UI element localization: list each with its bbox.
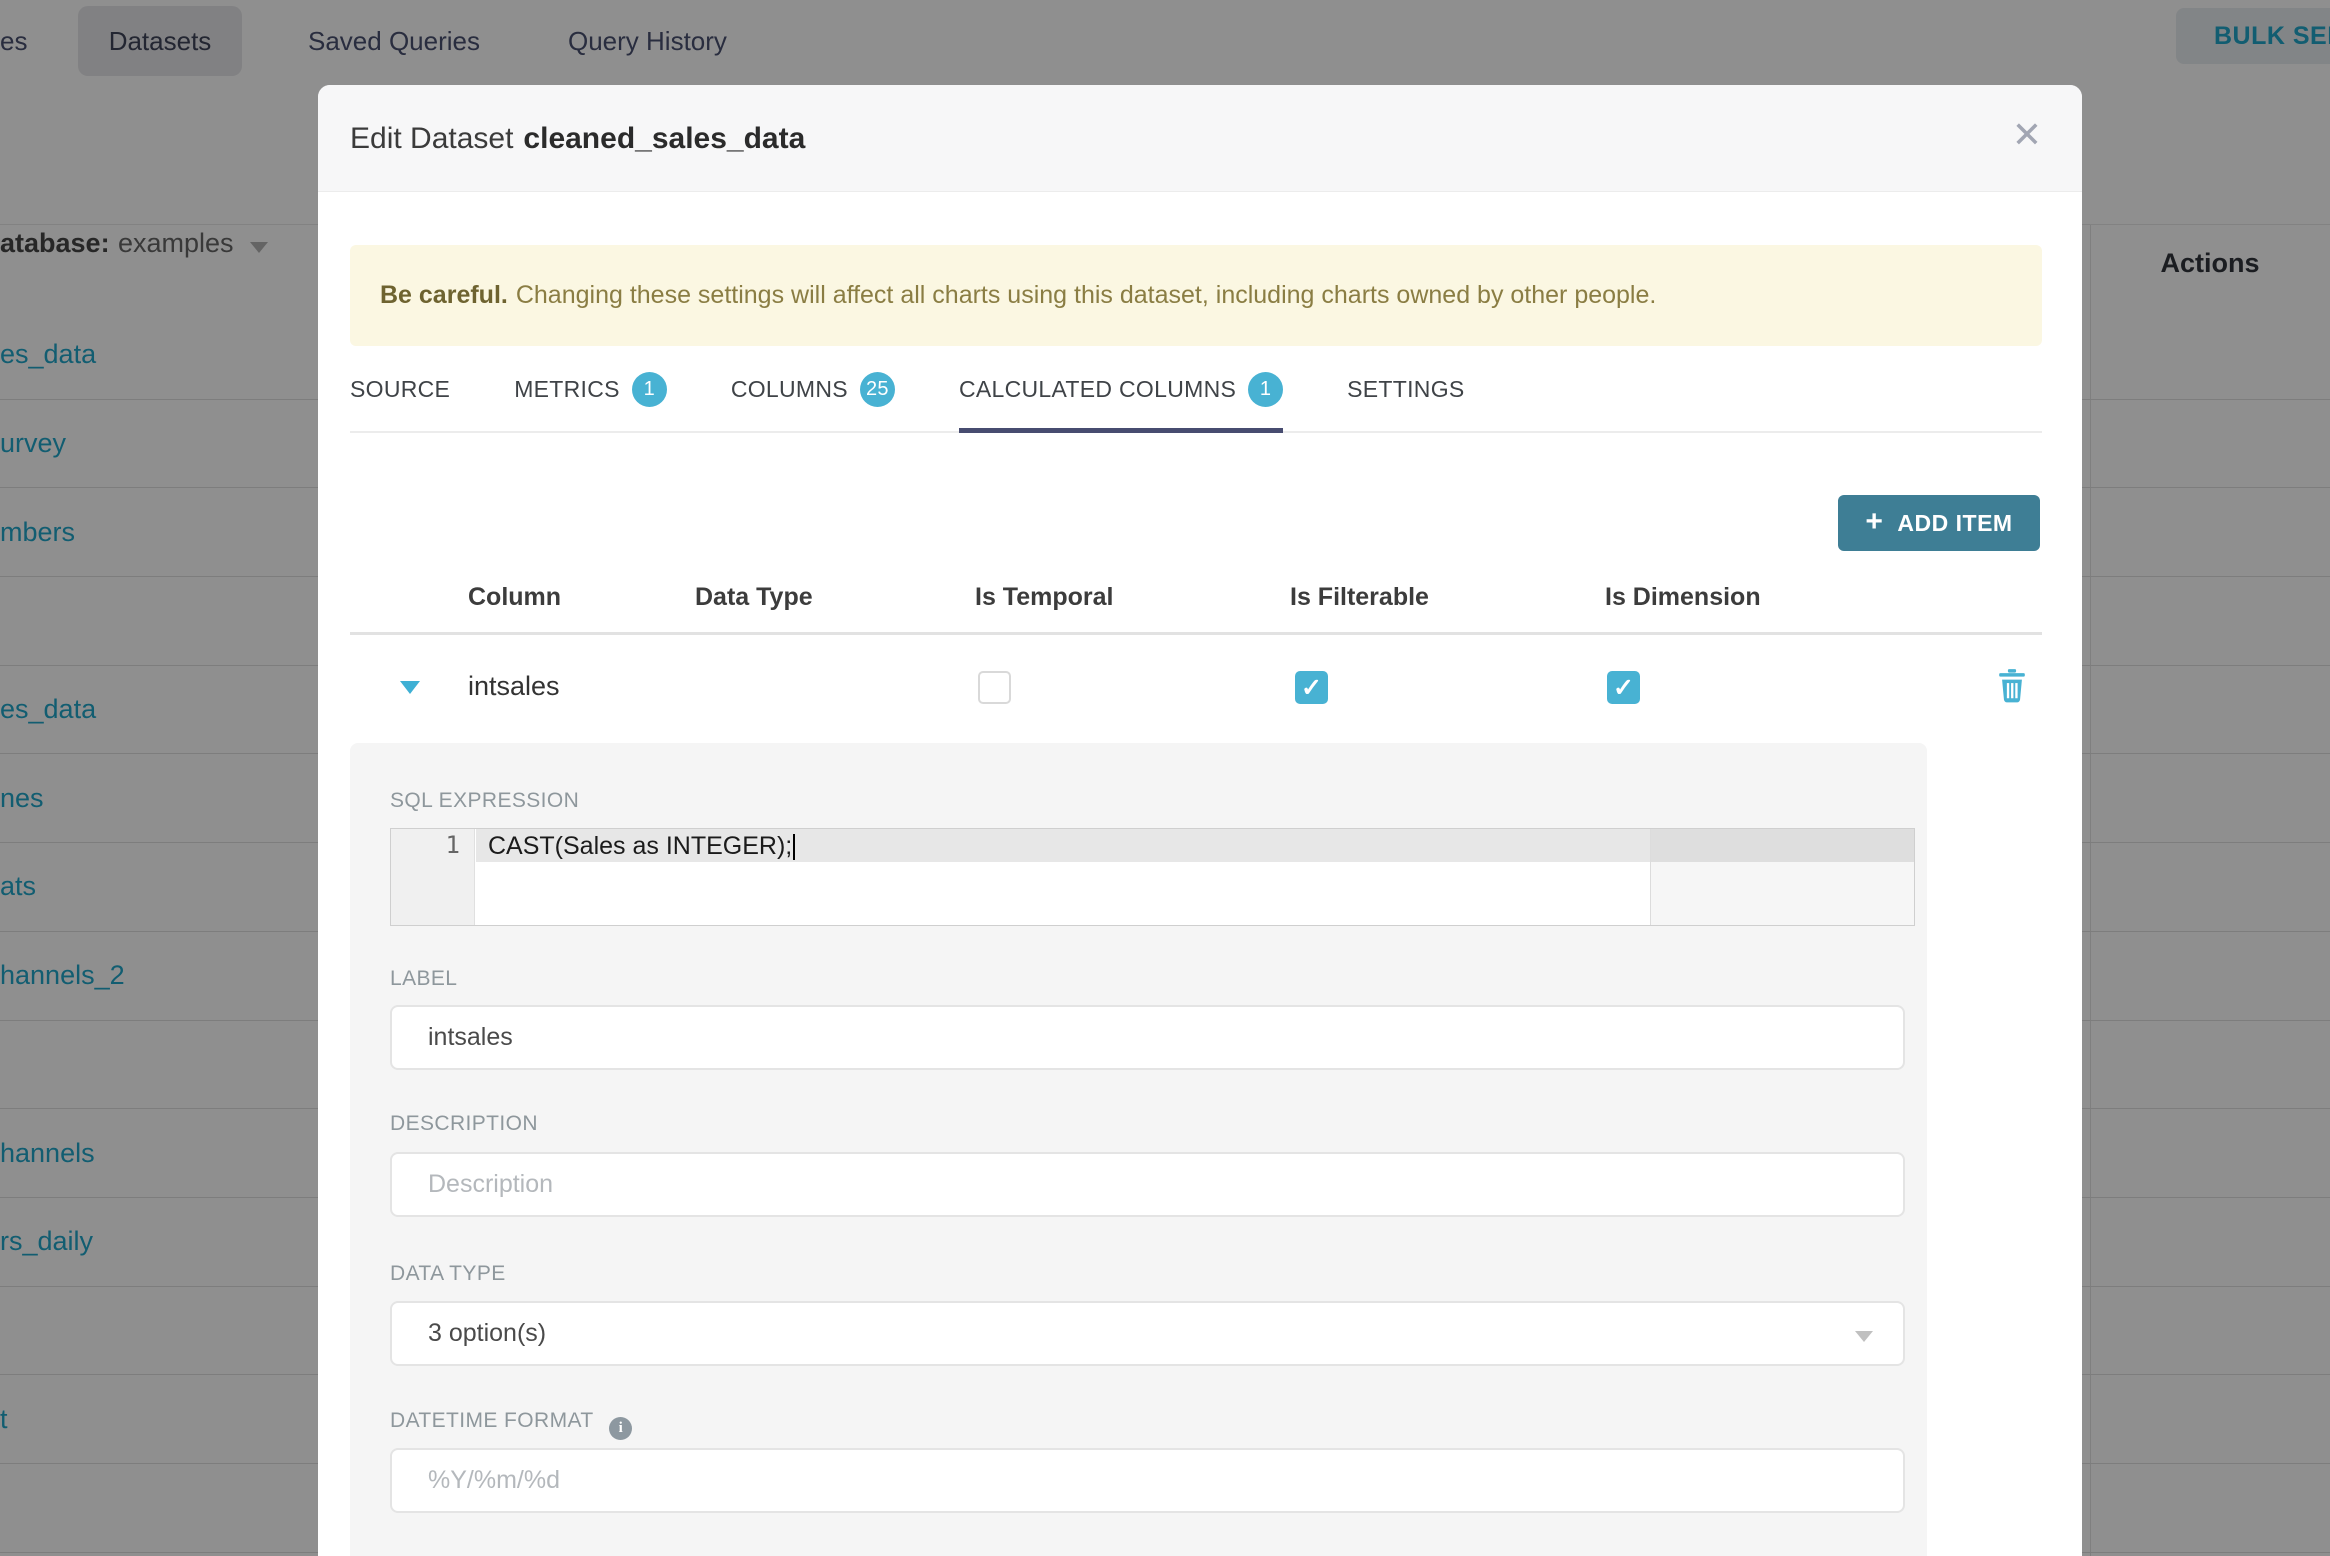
data-type-select[interactable]: 3 option(s) xyxy=(390,1301,1905,1366)
tab-columns-label: COLUMNS xyxy=(730,375,848,402)
edit-dataset-modal: Edit Dataset cleaned_sales_data ✕ Be car… xyxy=(318,85,2082,1556)
data-type-field-label: DATA TYPE xyxy=(390,1262,506,1285)
is-filterable-checkbox[interactable]: ✓ xyxy=(1295,671,1328,704)
sql-code-line: CAST(Sales as INTEGER); xyxy=(488,829,796,862)
calculated-columns-count-badge: 1 xyxy=(1248,371,1284,407)
calculated-column-row: intsales ✓ ✓ xyxy=(318,635,2082,740)
description-field-label: DESCRIPTION xyxy=(390,1112,538,1135)
description-input[interactable] xyxy=(390,1152,1905,1217)
datetime-format-input[interactable] xyxy=(390,1448,1905,1513)
info-icon[interactable]: i xyxy=(609,1417,633,1440)
header-data-type: Data Type xyxy=(695,583,813,611)
tab-metrics-label: METRICS xyxy=(514,375,620,402)
tab-source[interactable]: SOURCE xyxy=(350,347,450,431)
tab-source-label: SOURCE xyxy=(350,375,451,402)
page-root: es Datasets Saved Queries Query History … xyxy=(0,0,2330,1556)
sql-editor[interactable]: 1 CAST(Sales as INTEGER); xyxy=(390,828,1915,926)
is-temporal-checkbox[interactable] xyxy=(978,671,1011,704)
label-field-label: LABEL xyxy=(390,967,458,990)
tab-settings[interactable]: SETTINGS xyxy=(1347,347,1464,431)
sql-code-text: CAST(Sales as INTEGER); xyxy=(488,832,793,860)
tab-settings-label: SETTINGS xyxy=(1347,375,1465,402)
datetime-format-field-label: DATETIME FORMAT i xyxy=(390,1409,633,1440)
warning-bold-text: Be careful. xyxy=(380,281,508,309)
header-is-filterable: Is Filterable xyxy=(1290,583,1429,611)
tab-columns[interactable]: COLUMNS 25 xyxy=(731,347,895,431)
tab-metrics[interactable]: METRICS 1 xyxy=(514,347,667,431)
column-detail-panel: SQL EXPRESSION 1 CAST(Sales as INTEGER);… xyxy=(350,743,1927,1556)
add-item-button[interactable]: + ADD ITEM xyxy=(1838,495,2040,551)
tab-calculated-columns[interactable]: CALCULATED COLUMNS 1 xyxy=(958,347,1284,433)
add-item-label: ADD ITEM xyxy=(1897,509,2013,536)
modal-title: Edit Dataset cleaned_sales_data xyxy=(350,85,805,192)
is-dimension-checkbox[interactable]: ✓ xyxy=(1607,671,1640,704)
plus-icon: + xyxy=(1865,504,1884,538)
modal-title-dataset-name: cleaned_sales_data xyxy=(523,121,806,155)
metrics-count-badge: 1 xyxy=(631,371,667,407)
header-column: Column xyxy=(468,583,562,611)
modal-header: Edit Dataset cleaned_sales_data ✕ xyxy=(318,85,2082,192)
text-cursor xyxy=(793,834,796,860)
warning-text: Changing these settings will affect all … xyxy=(515,281,1657,309)
label-input[interactable] xyxy=(390,1005,1905,1070)
tab-calculated-columns-label: CALCULATED COLUMNS xyxy=(958,375,1237,402)
chevron-down-icon xyxy=(1855,1331,1873,1342)
editor-line-number: 1 xyxy=(445,831,460,859)
header-is-dimension: Is Dimension xyxy=(1605,583,1761,611)
header-is-temporal: Is Temporal xyxy=(975,583,1114,611)
warning-banner: Be careful. Changing these settings will… xyxy=(350,245,2042,346)
close-icon[interactable]: ✕ xyxy=(2012,117,2042,153)
collapse-caret-icon[interactable] xyxy=(400,681,420,694)
datetime-format-label-text: DATETIME FORMAT xyxy=(390,1409,594,1432)
data-type-selected-value: 3 option(s) xyxy=(428,1319,547,1347)
sql-expression-label: SQL EXPRESSION xyxy=(390,789,580,812)
editor-print-margin xyxy=(1650,829,1914,925)
editor-gutter: 1 xyxy=(391,829,475,925)
modal-tab-bar: SOURCE METRICS 1 COLUMNS 25 CALCULATED C… xyxy=(350,347,2042,433)
columns-count-badge: 25 xyxy=(859,371,895,407)
column-name: intsales xyxy=(468,671,560,701)
modal-title-prefix: Edit Dataset xyxy=(350,121,514,155)
trash-icon[interactable] xyxy=(1998,669,2026,708)
